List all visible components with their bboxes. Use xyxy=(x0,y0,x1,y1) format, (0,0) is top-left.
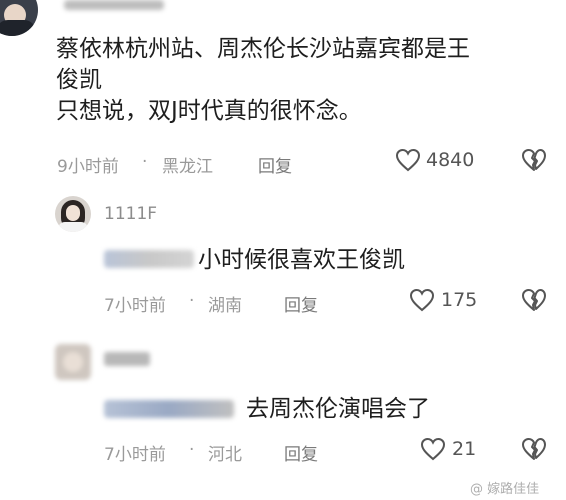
reply-button[interactable]: 回复 xyxy=(284,291,318,316)
heart-outline-icon[interactable] xyxy=(395,148,421,172)
dot-separator: · xyxy=(189,440,195,460)
comment-text: 蔡依林杭州站、周杰伦长沙站嘉宾都是王 俊凯 只想说，双J时代真的很怀念。 xyxy=(56,34,556,127)
avatar[interactable] xyxy=(0,0,38,36)
heart-outline-icon[interactable] xyxy=(409,288,435,312)
comment-line: 蔡依林杭州站、周杰伦长沙站嘉宾都是王 xyxy=(56,36,470,62)
broken-heart-icon[interactable] xyxy=(521,437,547,461)
username[interactable]: 1111F xyxy=(104,204,157,224)
mention-blurred[interactable] xyxy=(104,400,234,418)
comment-line: 俊凯 xyxy=(56,67,102,93)
comment-time: 9小时前 xyxy=(57,157,119,177)
broken-heart-icon[interactable] xyxy=(521,148,547,172)
heart-outline-icon[interactable] xyxy=(420,437,446,461)
watermark: @ 嫁路佳佳 xyxy=(470,482,540,497)
comment-time: 7小时前 xyxy=(104,445,166,465)
comment-text: 小时候很喜欢王俊凯 xyxy=(198,247,405,273)
reply-button[interactable]: 回复 xyxy=(284,440,318,465)
avatar[interactable] xyxy=(55,344,91,380)
username-blurred[interactable] xyxy=(64,0,164,10)
like-count: 4840 xyxy=(426,149,475,171)
comment-text: 去周杰伦演唱会了 xyxy=(246,396,430,422)
comment-location: 黑龙江 xyxy=(162,157,213,177)
reply-button[interactable]: 回复 xyxy=(258,152,292,177)
comment-time: 7小时前 xyxy=(104,296,166,316)
comment-line: 只想说，双J时代真的很怀念。 xyxy=(56,98,362,124)
broken-heart-icon[interactable] xyxy=(521,288,547,312)
dot-separator: · xyxy=(189,291,195,311)
comment-location: 湖南 xyxy=(208,296,242,316)
username-blurred[interactable] xyxy=(104,352,150,366)
avatar[interactable] xyxy=(55,196,91,232)
like-count: 175 xyxy=(441,289,478,311)
like-count: 21 xyxy=(452,438,477,460)
dot-separator: · xyxy=(142,152,148,172)
mention-blurred[interactable] xyxy=(104,250,194,268)
comment-location: 河北 xyxy=(208,445,242,465)
